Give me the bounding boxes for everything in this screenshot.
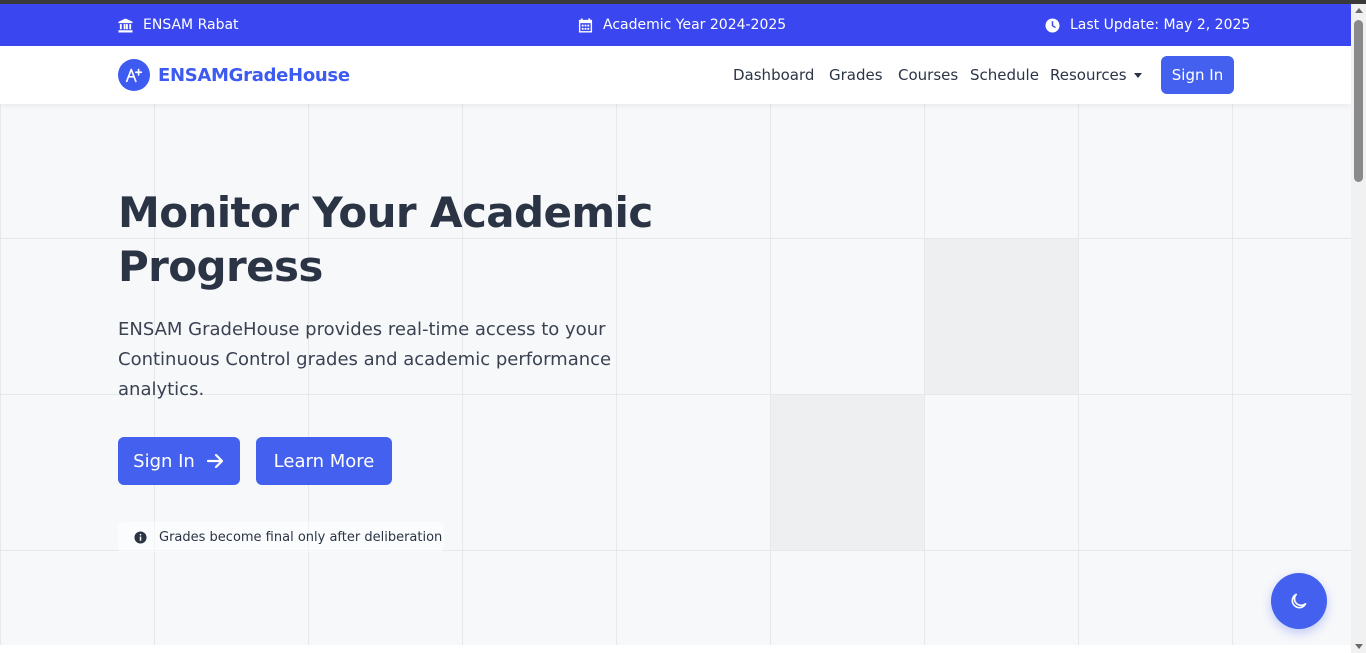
theme-toggle-button[interactable]	[1271, 573, 1327, 629]
institution-name: ENSAM Rabat	[143, 17, 239, 33]
brand-link[interactable]: ENSAMGradeHouse	[118, 59, 350, 91]
nav-link-schedule[interactable]: Schedule	[970, 66, 1039, 84]
nav-link-resources-dropdown[interactable]: Resources	[1050, 66, 1142, 84]
clock-icon	[1045, 17, 1060, 33]
caret-down-icon	[1133, 73, 1142, 78]
info-circle-icon	[134, 530, 147, 544]
hero-description: ENSAM GradeHouse provides real-time acce…	[118, 319, 612, 400]
deliberation-notice: Grades become final only after deliberat…	[118, 522, 444, 552]
arrow-right-icon	[206, 453, 223, 469]
last-update-text: Last Update: May 2, 2025	[1070, 17, 1251, 33]
academic-year-text: Academic Year 2024-2025	[603, 17, 787, 33]
brand-name: ENSAMGradeHouse	[158, 64, 350, 86]
university-icon	[118, 17, 133, 33]
learn-more-button[interactable]: Learn More	[256, 437, 392, 485]
calendar-icon	[578, 17, 593, 33]
notice-text: Grades become final only after deliberat…	[159, 529, 443, 545]
hero-sign-in-button[interactable]: Sign In	[118, 437, 240, 485]
hero-section: Monitor Your Academic Progress ENSAM Gra…	[0, 104, 1351, 645]
last-update-info: Last Update: May 2, 2025	[1045, 4, 1250, 46]
hero-title: Monitor Your Academic Progress	[118, 188, 653, 291]
nav-link-dashboard[interactable]: Dashboard	[733, 66, 814, 84]
grade-a-plus-icon	[118, 59, 150, 91]
resources-label: Resources	[1050, 66, 1127, 84]
main-navbar: ENSAMGradeHouse Dashboard Grades Courses…	[0, 46, 1351, 104]
nav-sign-in-button[interactable]: Sign In	[1161, 56, 1234, 94]
nav-link-grades[interactable]: Grades	[829, 66, 883, 84]
academic-year-info: Academic Year 2024-2025	[578, 4, 786, 46]
moon-icon	[1291, 593, 1307, 609]
top-info-bar: ENSAM Rabat Academic Year 2024-2025 Last…	[0, 4, 1351, 46]
scroll-up-icon[interactable]	[1355, 8, 1363, 13]
page-bottom-edge	[0, 645, 1351, 653]
institution-info: ENSAM Rabat	[118, 4, 239, 46]
hero-sign-in-label: Sign In	[133, 450, 195, 472]
page-scrollbar[interactable]	[1351, 4, 1366, 653]
scrollbar-thumb[interactable]	[1354, 20, 1363, 182]
scroll-down-icon[interactable]	[1355, 644, 1363, 649]
nav-link-courses[interactable]: Courses	[898, 66, 958, 84]
